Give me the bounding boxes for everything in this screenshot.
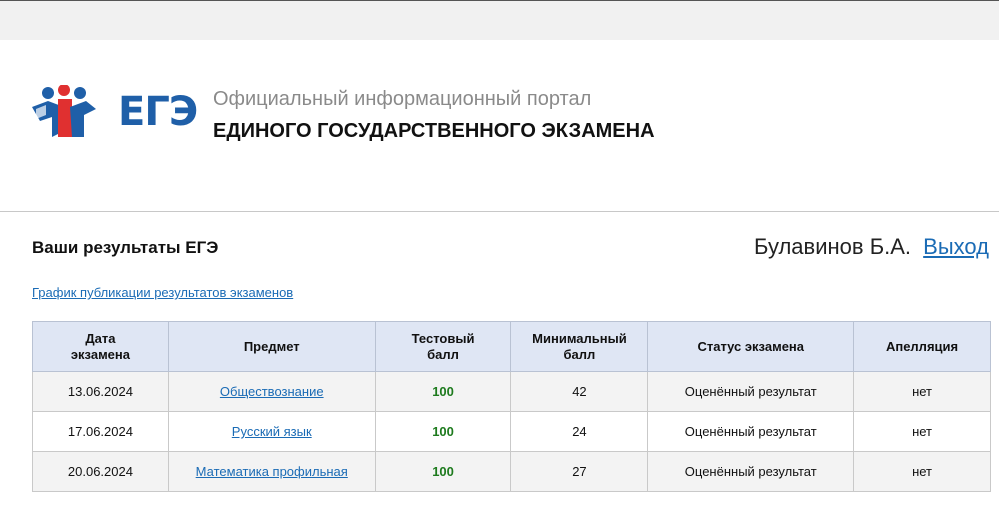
- browser-top-bar: [0, 0, 999, 40]
- cell-date: 17.06.2024: [32, 411, 169, 452]
- subject-link[interactable]: Обществознание: [220, 384, 324, 399]
- cell-min-score: 42: [510, 371, 649, 412]
- portal-title: ЕДИНОГО ГОСУДАРСТВЕННОГО ЭКЗАМЕНА: [213, 120, 655, 142]
- subject-link[interactable]: Русский язык: [232, 424, 312, 439]
- cell-subject: Обществознание: [167, 371, 376, 412]
- logo-people-icon: [32, 84, 96, 137]
- page-title: Ваши результаты ЕГЭ: [32, 238, 219, 257]
- cell-appeal: нет: [853, 411, 991, 452]
- table-row: 20.06.2024 Математика профильная 100 27 …: [32, 451, 991, 492]
- cell-appeal: нет: [853, 371, 991, 412]
- subject-link[interactable]: Математика профильная: [196, 464, 348, 479]
- portal-subtitle: Официальный информационный портал: [213, 88, 592, 110]
- cell-status: Оценённый результат: [647, 411, 855, 452]
- cell-subject: Русский язык: [167, 411, 376, 452]
- cell-subject: Математика профильная: [167, 451, 376, 492]
- cell-date: 20.06.2024: [32, 451, 169, 492]
- user-block: Булавинов Б.А. Выход: [754, 234, 989, 260]
- results-table: Дата экзамена Предмет Тестовый балл Минима…: [32, 321, 991, 492]
- header-status: Статус экзамена: [647, 321, 855, 372]
- header-subject: Предмет: [167, 321, 376, 372]
- schedule-link[interactable]: График публикации результатов экзаменов: [32, 285, 293, 300]
- site-header: ЕГЭ Официальный информационный портал ЕД…: [0, 40, 999, 212]
- cell-min-score: 24: [510, 411, 649, 452]
- ege-logo[interactable]: ЕГЭ: [28, 84, 198, 140]
- table-header-row: Дата экзамена Предмет Тестовый балл Минима…: [32, 321, 991, 372]
- cell-status: Оценённый результат: [647, 371, 855, 412]
- cell-score: 100: [374, 371, 512, 412]
- cell-status: Оценённый результат: [647, 451, 855, 492]
- user-name: Булавинов Б.А.: [754, 234, 912, 259]
- cell-appeal: нет: [853, 451, 991, 492]
- logo-text: ЕГЭ: [118, 89, 198, 135]
- logout-link[interactable]: Выход: [923, 234, 989, 259]
- header-appeal: Апелляция: [853, 321, 991, 372]
- table-row: 13.06.2024 Обществознание 100 42 Оценённ…: [32, 371, 991, 412]
- cell-min-score: 27: [510, 451, 649, 492]
- cell-score: 100: [374, 411, 512, 452]
- cell-date: 13.06.2024: [32, 371, 169, 412]
- header-score: Тестовый балл: [374, 321, 512, 372]
- table-row: 17.06.2024 Русский язык 100 24 Оценённый…: [32, 411, 991, 452]
- header-min-score: Минимальный балл: [510, 321, 649, 372]
- cell-score: 100: [374, 451, 512, 492]
- header-date: Дата экзамена: [32, 321, 169, 372]
